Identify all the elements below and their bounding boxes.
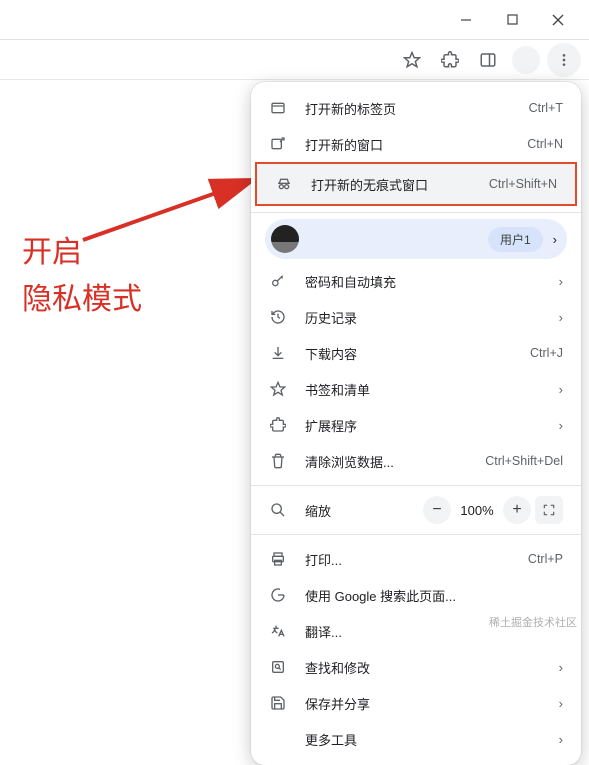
menu-kebab-button[interactable]	[547, 43, 581, 77]
minimize-button[interactable]	[443, 4, 489, 36]
incognito-icon	[275, 175, 293, 193]
chevron-right-icon: ›	[549, 660, 563, 675]
menu-item-shortcut: Ctrl+P	[528, 552, 563, 566]
profile-chip: 用户1	[488, 227, 543, 252]
print-icon	[269, 550, 287, 568]
menu-item-label: 更多工具	[305, 730, 531, 749]
menu-item-google-search[interactable]: 使用 Google 搜索此页面...	[251, 577, 581, 613]
menu-item-label: 密码和自动填充	[305, 272, 531, 291]
puzzle-icon	[269, 416, 287, 434]
menu-item-extensions[interactable]: 扩展程序 ›	[251, 407, 581, 443]
page-content: 开启 隐私模式 打开新的标签页 Ctrl+T 打开新的窗口 Ctrl+N 打开新…	[0, 80, 589, 640]
menu-item-label: 打开新的无痕式窗口	[311, 175, 471, 194]
menu-item-shortcut: Ctrl+Shift+Del	[485, 454, 563, 468]
menu-item-label: 使用 Google 搜索此页面...	[305, 586, 563, 605]
maximize-button[interactable]	[489, 4, 535, 36]
zoom-out-button[interactable]: −	[423, 496, 451, 524]
chevron-right-icon: ›	[549, 382, 563, 397]
fullscreen-button[interactable]	[535, 496, 563, 524]
find-icon	[269, 658, 287, 676]
menu-item-label: 历史记录	[305, 308, 531, 327]
star-icon	[269, 380, 287, 398]
menu-item-new-window[interactable]: 打开新的窗口 Ctrl+N	[251, 126, 581, 162]
annotation-line: 开启	[22, 230, 142, 277]
profile-avatar-button[interactable]	[509, 43, 543, 77]
annotation-line: 隐私模式	[22, 277, 142, 324]
zoom-icon	[269, 501, 287, 519]
chrome-main-menu: 打开新的标签页 Ctrl+T 打开新的窗口 Ctrl+N 打开新的无痕式窗口 C…	[251, 82, 581, 765]
menu-item-save-share[interactable]: 保存并分享 ›	[251, 685, 581, 721]
menu-item-label: 查找和修改	[305, 658, 531, 677]
menu-item-zoom: 缩放 − 100% +	[251, 492, 581, 528]
menu-item-label: 打开新的标签页	[305, 99, 511, 118]
chevron-right-icon: ›	[549, 418, 563, 433]
window-titlebar	[0, 0, 589, 40]
profile-avatar-icon	[271, 225, 299, 253]
translate-icon	[269, 622, 287, 640]
menu-item-shortcut: Ctrl+Shift+N	[489, 177, 557, 191]
menu-item-label: 下载内容	[305, 344, 512, 363]
side-panel-button[interactable]	[471, 43, 505, 77]
menu-item-label: 书签和清单	[305, 380, 531, 399]
menu-item-label: 清除浏览数据...	[305, 452, 467, 471]
menu-item-label: 扩展程序	[305, 416, 531, 435]
browser-toolbar	[0, 40, 589, 80]
zoom-percent: 100%	[455, 503, 499, 518]
menu-separator	[251, 534, 581, 535]
new-tab-icon	[269, 99, 287, 117]
new-window-icon	[269, 135, 287, 153]
menu-item-print[interactable]: 打印... Ctrl+P	[251, 541, 581, 577]
menu-item-history[interactable]: 历史记录 ›	[251, 299, 581, 335]
chevron-right-icon: ›	[553, 232, 557, 247]
menu-item-shortcut: Ctrl+N	[527, 137, 563, 151]
menu-item-label: 缩放	[305, 501, 405, 520]
save-icon	[269, 694, 287, 712]
chevron-right-icon: ›	[549, 696, 563, 711]
menu-item-passwords[interactable]: 密码和自动填充 ›	[251, 263, 581, 299]
chevron-right-icon: ›	[549, 310, 563, 325]
close-button[interactable]	[535, 4, 581, 36]
menu-item-label: 保存并分享	[305, 694, 531, 713]
menu-separator	[251, 485, 581, 486]
extensions-button[interactable]	[433, 43, 467, 77]
menu-item-more-tools[interactable]: 更多工具 ›	[251, 721, 581, 757]
menu-item-label: 打开新的窗口	[305, 135, 509, 154]
chevron-right-icon: ›	[549, 274, 563, 289]
zoom-in-button[interactable]: +	[503, 496, 531, 524]
menu-item-profile[interactable]: 用户1 ›	[265, 219, 567, 259]
watermark-text: 稀土掘金技术社区	[489, 614, 577, 630]
chevron-right-icon: ›	[549, 732, 563, 747]
trash-icon	[269, 452, 287, 470]
menu-separator	[251, 212, 581, 213]
google-icon	[269, 586, 287, 604]
menu-item-shortcut: Ctrl+T	[529, 101, 563, 115]
key-icon	[269, 272, 287, 290]
menu-item-label: 打印...	[305, 550, 510, 569]
menu-item-shortcut: Ctrl+J	[530, 346, 563, 360]
tools-icon	[269, 730, 287, 748]
history-icon	[269, 308, 287, 326]
download-icon	[269, 344, 287, 362]
menu-item-find-edit[interactable]: 查找和修改 ›	[251, 649, 581, 685]
annotation-text: 开启 隐私模式	[22, 230, 142, 323]
menu-item-clear-data[interactable]: 清除浏览数据... Ctrl+Shift+Del	[251, 443, 581, 479]
menu-item-downloads[interactable]: 下载内容 Ctrl+J	[251, 335, 581, 371]
annotation-highlight-box: 打开新的无痕式窗口 Ctrl+Shift+N	[255, 162, 577, 206]
menu-item-new-tab[interactable]: 打开新的标签页 Ctrl+T	[251, 90, 581, 126]
menu-item-new-incognito[interactable]: 打开新的无痕式窗口 Ctrl+Shift+N	[257, 164, 575, 204]
bookmark-star-button[interactable]	[395, 43, 429, 77]
menu-item-bookmarks[interactable]: 书签和清单 ›	[251, 371, 581, 407]
